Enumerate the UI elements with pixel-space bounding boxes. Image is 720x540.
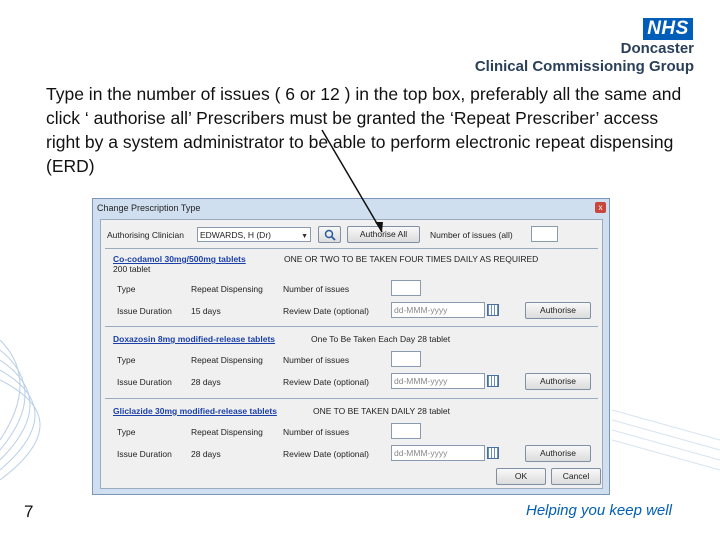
dialog-body: Authorising Clinician EDWARDS, H (Dr) ▼ … (100, 219, 603, 489)
search-icon (324, 229, 336, 241)
drug-directions: ONE TO BE TAKEN DAILY 28 tablet (313, 406, 451, 416)
divider (105, 248, 598, 249)
issue-duration-label: Issue Duration (117, 377, 172, 387)
drug-quantity: 200 tablet (113, 264, 151, 274)
authorise-button[interactable]: Authorise (525, 302, 591, 319)
number-of-issues-label: Number of issues (283, 284, 350, 294)
issue-duration-label: Issue Duration (117, 306, 172, 316)
divider (105, 326, 598, 327)
type-value: Repeat Dispensing (191, 284, 263, 294)
search-button[interactable] (318, 226, 341, 243)
review-date-input[interactable]: dd-MMM-yyyy (391, 373, 485, 389)
authorise-button[interactable]: Authorise (525, 445, 591, 462)
issue-duration-label: Issue Duration (117, 449, 172, 459)
change-prescription-type-dialog: Change Prescription Type x Authorising C… (92, 198, 610, 495)
calendar-icon[interactable] (487, 304, 499, 316)
authorising-clinician-value: EDWARDS, H (Dr) (200, 230, 271, 240)
review-date-label: Review Date (optional) (283, 377, 369, 387)
slide-number: 7 (24, 502, 34, 521)
type-label: Type (117, 427, 136, 437)
tagline: Helping you keep well (526, 502, 672, 519)
type-label: Type (117, 284, 136, 294)
number-of-issues-label: Number of issues (283, 355, 350, 365)
drug-name-link[interactable]: Gliclazide 30mg modified-release tablets (113, 406, 277, 416)
decorative-waves-right (612, 409, 720, 471)
type-label: Type (117, 355, 136, 365)
review-date-input[interactable]: dd-MMM-yyyy (391, 445, 485, 461)
issue-duration-value: 28 days (191, 449, 221, 459)
authorise-all-button[interactable]: Authorise All (347, 226, 420, 243)
number-of-issues-input[interactable] (391, 423, 421, 439)
authorising-clinician-label: Authorising Clinician (107, 230, 185, 240)
dialog-title: Change Prescription Type (97, 203, 201, 213)
type-value: Repeat Dispensing (191, 355, 263, 365)
number-of-issues-input[interactable] (391, 280, 421, 296)
authorising-clinician-select[interactable]: EDWARDS, H (Dr) ▼ (197, 227, 311, 242)
review-date-input[interactable]: dd-MMM-yyyy (391, 302, 485, 318)
org-name-line2: Clinical Commissioning Group (474, 58, 694, 75)
authorise-button[interactable]: Authorise (525, 373, 591, 390)
type-value: Repeat Dispensing (191, 427, 263, 437)
number-of-issues-all-input[interactable] (531, 226, 558, 242)
issue-duration-value: 28 days (191, 377, 221, 387)
cancel-button[interactable]: Cancel (551, 468, 601, 485)
number-of-issues-all-label: Number of issues (all) (430, 230, 513, 240)
number-of-issues-label: Number of issues (283, 427, 350, 437)
review-date-label: Review Date (optional) (283, 449, 369, 459)
drug-directions: ONE OR TWO TO BE TAKEN FOUR TIMES DAILY … (284, 254, 539, 264)
drug-directions: One To Be Taken Each Day 28 tablet (311, 334, 451, 344)
drug-name-link[interactable]: Doxazosin 8mg modified-release tablets (113, 334, 275, 344)
review-date-label: Review Date (optional) (283, 306, 369, 316)
calendar-icon[interactable] (487, 375, 499, 387)
close-icon[interactable]: x (595, 202, 606, 213)
drug-name-link[interactable]: Co-codamol 30mg/500mg tablets (113, 254, 246, 264)
calendar-icon[interactable] (487, 447, 499, 459)
chevron-down-icon: ▼ (301, 233, 308, 240)
nhs-logo: NHS (643, 18, 693, 40)
issue-duration-value: 15 days (191, 306, 221, 316)
ok-button[interactable]: OK (496, 468, 546, 485)
divider (105, 398, 598, 399)
instruction-text: Type in the number of issues ( 6 or 12 )… (46, 84, 682, 176)
decorative-waves (0, 339, 41, 481)
number-of-issues-input[interactable] (391, 351, 421, 367)
org-name-line1: Doncaster (620, 40, 694, 57)
